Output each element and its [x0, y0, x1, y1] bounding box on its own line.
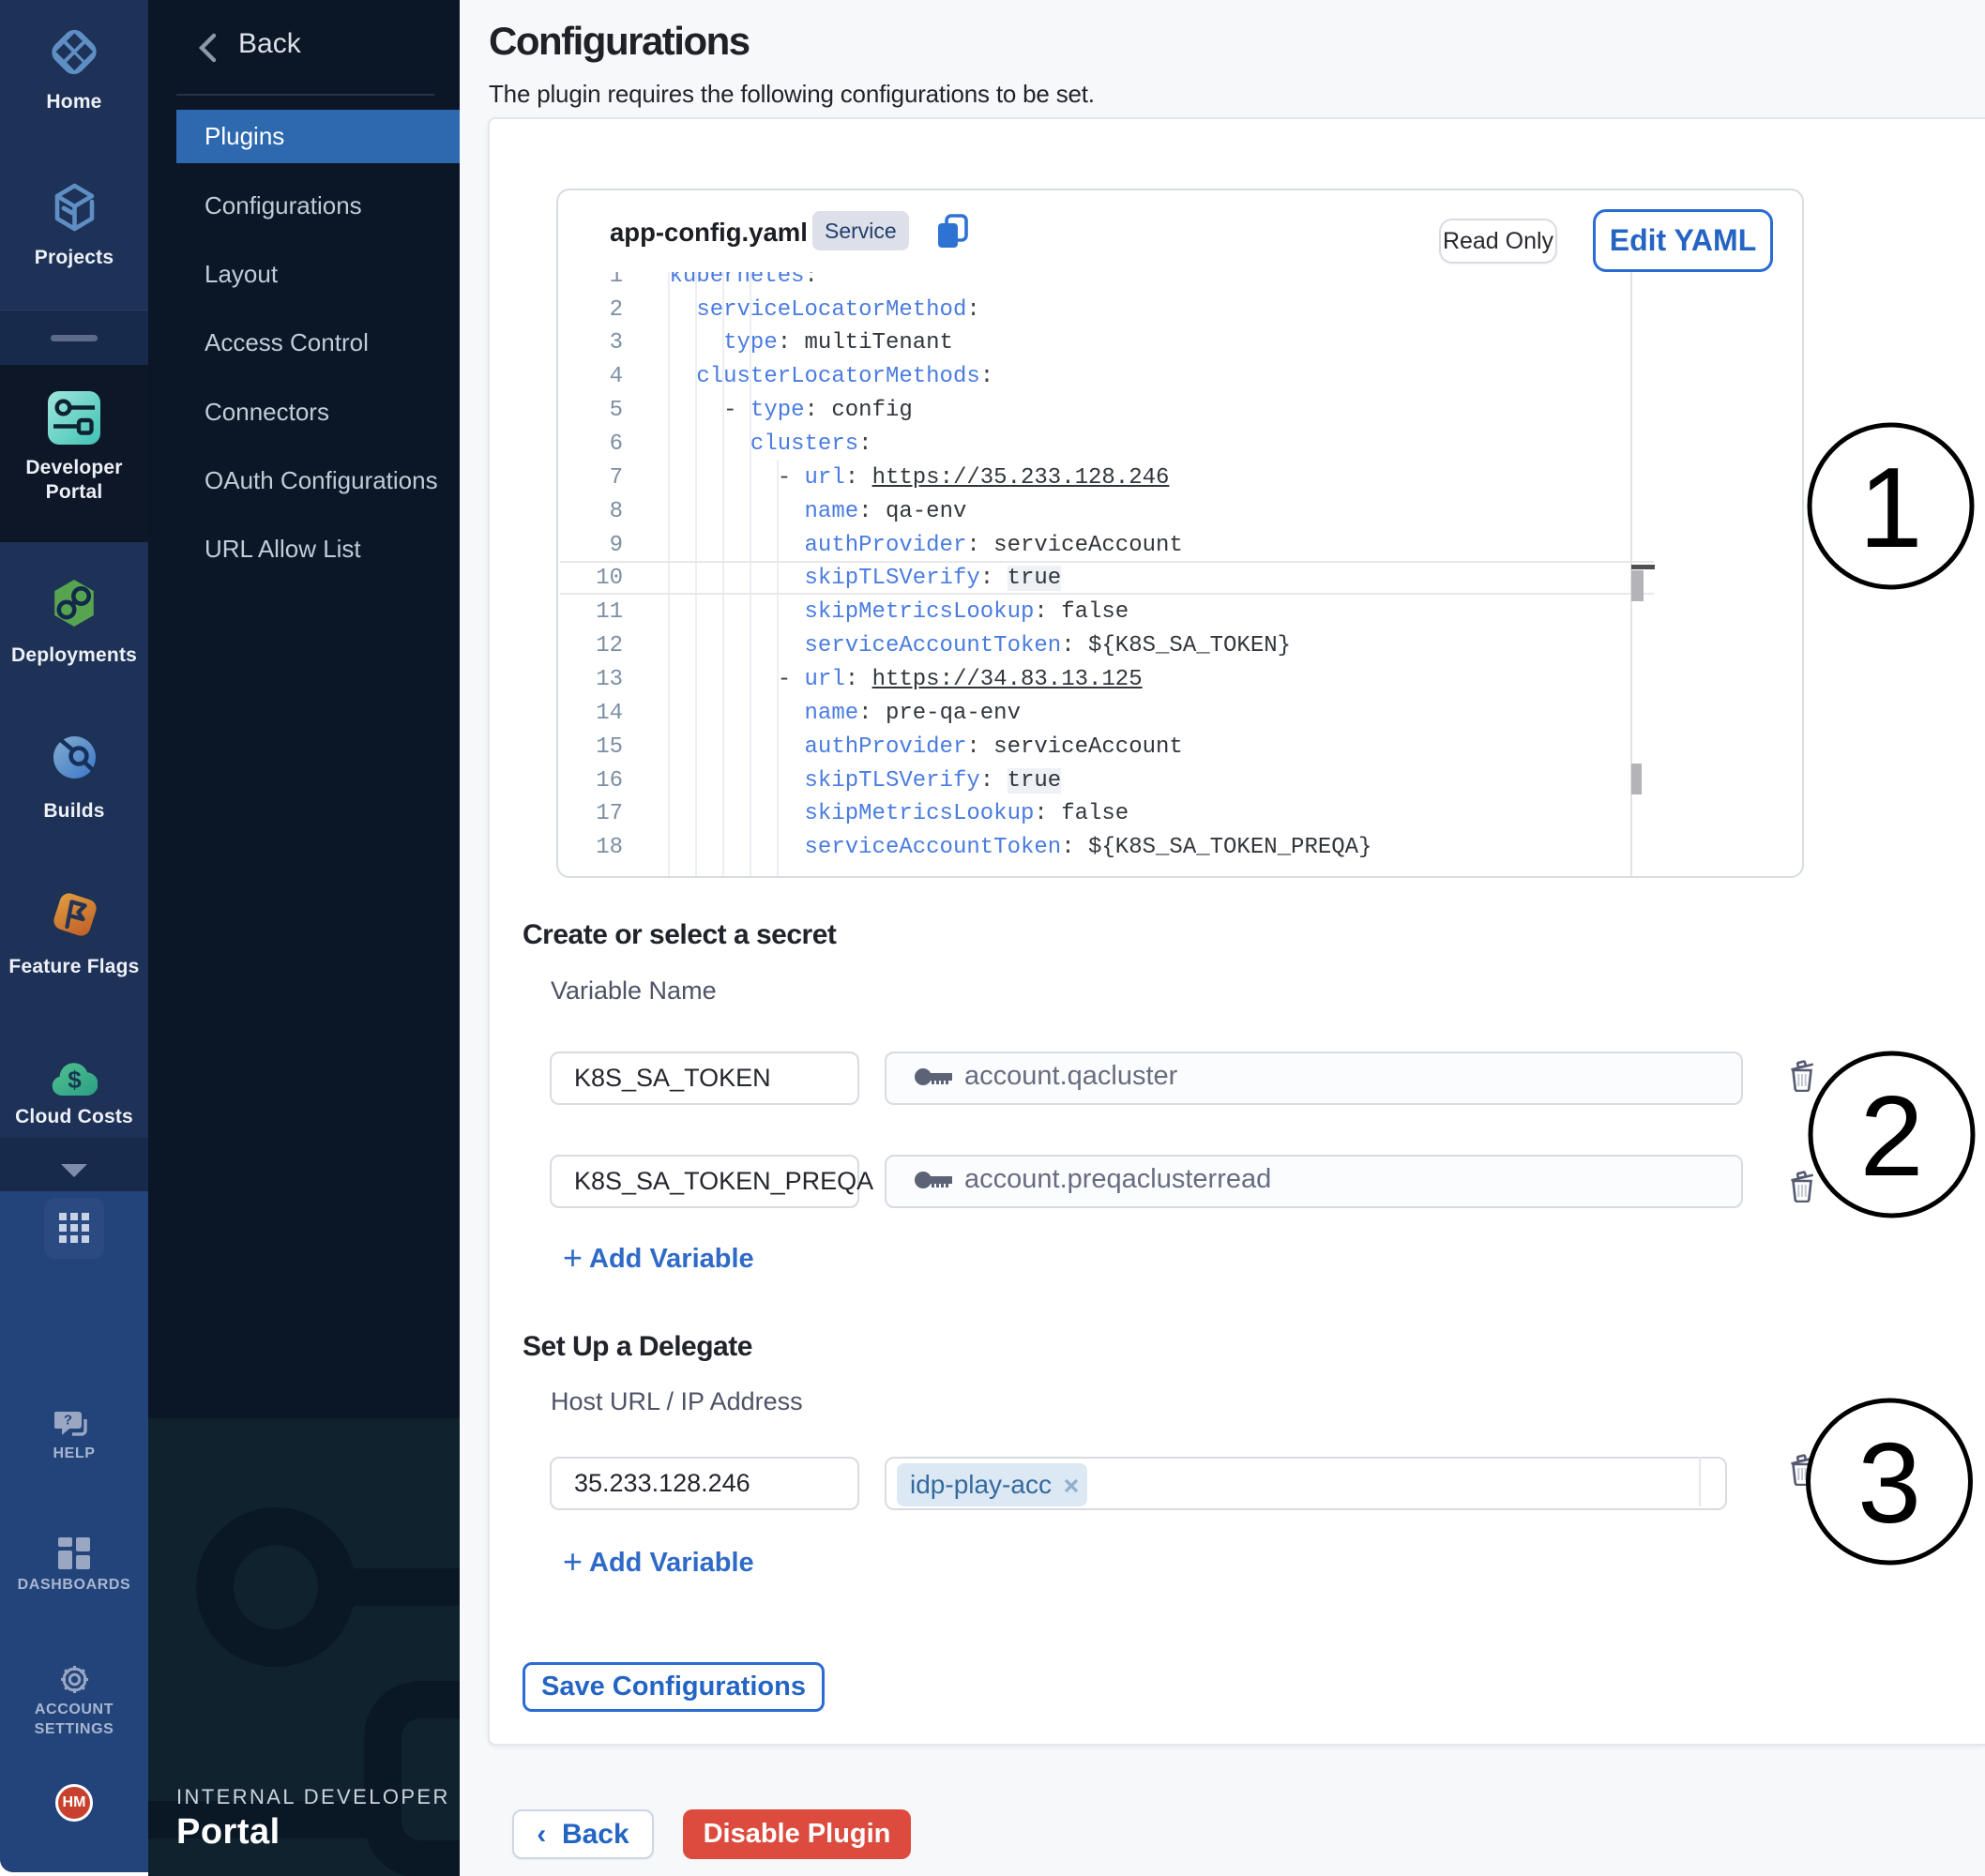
svg-text:?: ? — [64, 1413, 72, 1429]
svg-text:$: $ — [68, 1066, 82, 1094]
